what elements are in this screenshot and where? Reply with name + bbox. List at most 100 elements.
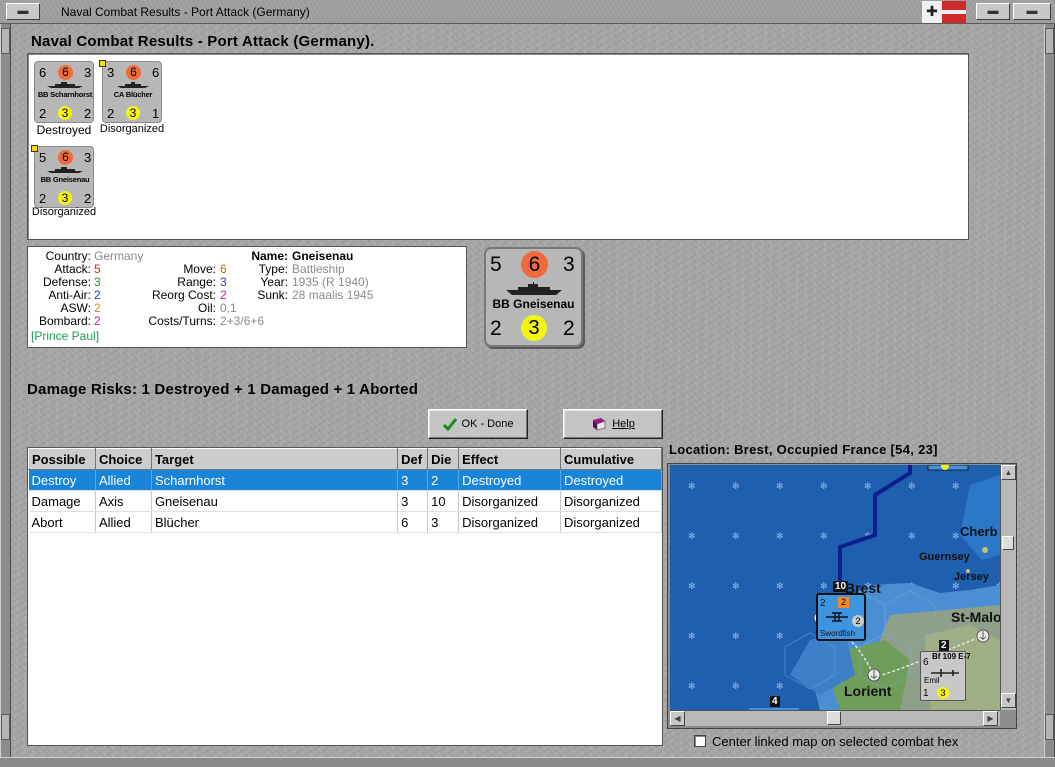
map-unit-emil[interactable]: Bf 109 E-7 6 Emil 1 3 xyxy=(920,651,971,701)
damage-risks-summary: Damage Risks: 1 Destroyed + 1 Damaged + … xyxy=(27,381,419,398)
ok-done-button[interactable]: OK - Done xyxy=(428,409,528,439)
table-cell: Gneisenau xyxy=(151,490,399,512)
table-cell: Axis xyxy=(95,490,152,512)
unit-counter-scharnhorst[interactable]: 6 6 3 BB Scharnhorst 2 3 2 xyxy=(34,61,94,123)
window-title: Naval Combat Results - Port Attack (Germ… xyxy=(61,5,310,19)
stack-count-south: 4 xyxy=(770,696,780,707)
column-header-die[interactable]: Die xyxy=(427,448,460,470)
counter-top-left: 5 xyxy=(490,253,502,276)
counter-top-left: 5 xyxy=(39,150,47,165)
table-cell: 3 xyxy=(397,469,429,491)
unit-range: 2 xyxy=(852,615,864,627)
column-header-effect[interactable]: Effect xyxy=(458,448,562,470)
horizontal-scroll-thumb[interactable] xyxy=(827,711,841,725)
unit-name: Emil xyxy=(924,676,940,685)
column-header-target[interactable]: Target xyxy=(150,448,399,470)
scroll-down-button[interactable]: ▼ xyxy=(1001,693,1016,708)
table-cell: Scharnhorst xyxy=(151,469,399,491)
table-cell: Blücher xyxy=(151,511,399,533)
help-button[interactable]: Help xyxy=(563,409,663,439)
bombard-value: 2 xyxy=(94,314,101,328)
title-bar: ▬ Naval Combat Results - Port Attack (Ge… xyxy=(0,0,1055,24)
biplane-icon xyxy=(826,612,848,622)
scroll-up-button[interactable]: ▲ xyxy=(1001,465,1016,480)
help-book-icon xyxy=(593,418,606,431)
center-linked-map-label[interactable]: Center linked map on selected combat hex xyxy=(712,734,958,749)
cruiser-icon xyxy=(117,82,149,88)
counter-attack: 6 xyxy=(521,251,548,278)
unit-counter-gneisenau[interactable]: 5 6 3 BB Gneisenau 2 3 2 xyxy=(31,145,94,208)
unit-attack: 2 xyxy=(838,597,849,608)
right-frame xyxy=(1044,24,1055,759)
selected-marker-icon xyxy=(99,60,106,67)
counter-move: 3 xyxy=(58,191,72,205)
close-button[interactable]: ▬ xyxy=(1013,3,1051,20)
scroll-right-button[interactable]: ▶ xyxy=(983,711,998,726)
table-cell: 3 xyxy=(427,511,460,533)
bombard-label: Bombard: xyxy=(38,314,91,328)
map-horizontal-scrollbar[interactable]: ◀ ▶ xyxy=(670,710,1000,726)
location-label: Location: Brest, Occupied France [54, 23… xyxy=(669,442,938,457)
counter-top-right: 6 xyxy=(152,65,160,80)
map-unit-swordfish[interactable]: 2 2 2 Swordfish xyxy=(816,593,866,641)
unit-name: Swordfish xyxy=(820,629,856,638)
combat-results-table: Possible Choice Target Def Die Effect Cu… xyxy=(27,447,663,746)
battleship-icon xyxy=(506,282,562,295)
counter-bottom-right: 2 xyxy=(84,106,92,121)
center-linked-map-checkbox[interactable] xyxy=(694,735,706,747)
column-header-choice[interactable]: Choice xyxy=(94,448,152,470)
sunk-value: 28 maalis 1945 xyxy=(292,288,374,302)
map-label-guernsey: Guernsey xyxy=(919,551,970,563)
table-cell: Destroyed xyxy=(560,469,662,491)
ok-done-label: OK - Done xyxy=(461,418,514,430)
table-cell: Damage xyxy=(28,490,96,512)
unit-strength: 6 xyxy=(923,657,929,668)
column-header-def[interactable]: Def xyxy=(397,448,429,470)
counter-attack: 6 xyxy=(58,65,73,80)
germany-flag-icon: ✚ xyxy=(922,1,966,23)
counter-attack: 6 xyxy=(58,150,73,165)
selected-marker-icon xyxy=(31,145,38,152)
stack-count-east: 2 xyxy=(939,640,949,651)
counter-name: BB Scharnhorst xyxy=(37,90,93,99)
table-row[interactable]: Abort Allied Blücher 6 3 Disorganized Di… xyxy=(28,511,662,533)
unit-counter-blucher[interactable]: 3 6 6 CA Blücher 2 3 1 xyxy=(99,60,162,123)
table-row[interactable]: Destroy Allied Scharnhorst 3 2 Destroyed… xyxy=(28,469,662,491)
map-label-lorient: Lorient xyxy=(844,683,892,699)
window-menu-button[interactable]: ▬ xyxy=(6,3,40,20)
table-cell: Disorganized xyxy=(458,511,562,533)
country-value: Germany xyxy=(94,249,144,263)
unit-status-label: Destroyed xyxy=(36,123,92,137)
counter-bottom-right: 2 xyxy=(563,317,575,340)
counter-name: BB Gneisenau xyxy=(40,175,90,184)
selected-unit-counter: 5 6 3 BB Gneisenau 2 3 2 xyxy=(484,247,583,347)
column-header-possible[interactable]: Possible xyxy=(28,448,96,470)
linked-map-view[interactable]: ✻ xyxy=(670,465,1000,710)
counter-bottom-right: 1 xyxy=(152,106,160,121)
costs-turns-label: Costs/Turns: xyxy=(148,314,216,328)
bottom-frame xyxy=(0,757,1055,767)
table-row[interactable]: Damage Axis Gneisenau 3 10 Disorganized … xyxy=(28,490,662,512)
unit-move: 3 xyxy=(937,687,949,699)
table-cell: Disorganized xyxy=(458,490,562,512)
counter-top-right: 3 xyxy=(84,150,92,165)
column-header-cumulative[interactable]: Cumulative xyxy=(560,448,662,470)
minimize-button[interactable]: ▬ xyxy=(976,3,1010,20)
counter-attack: 6 xyxy=(126,65,141,80)
vertical-scroll-thumb[interactable] xyxy=(1002,536,1014,550)
table-cell: Destroy xyxy=(28,469,96,491)
counter-top-left: 3 xyxy=(107,65,115,80)
counter-top-right: 3 xyxy=(84,65,92,80)
map-vertical-scrollbar[interactable]: ▲ ▼ xyxy=(1000,465,1016,710)
counter-bottom-left: 2 xyxy=(107,106,115,121)
unit-info-panel: Country: Germany Attack: 5 Defense: 3 An… xyxy=(27,246,467,348)
counter-bottom-right: 2 xyxy=(84,191,92,206)
counter-bottom-left: 2 xyxy=(39,191,47,206)
linked-map-frame: ✻ xyxy=(667,463,1017,729)
scroll-left-button[interactable]: ◀ xyxy=(670,711,685,726)
units-panel: 6 6 3 BB Scharnhorst 2 3 2 Destroyed 3 6… xyxy=(27,53,969,240)
unit-strength: 2 xyxy=(820,598,826,609)
table-cell: Destroyed xyxy=(458,469,562,491)
table-cell: Allied xyxy=(95,469,152,491)
counter-name: BB Gneisenau xyxy=(492,297,575,311)
